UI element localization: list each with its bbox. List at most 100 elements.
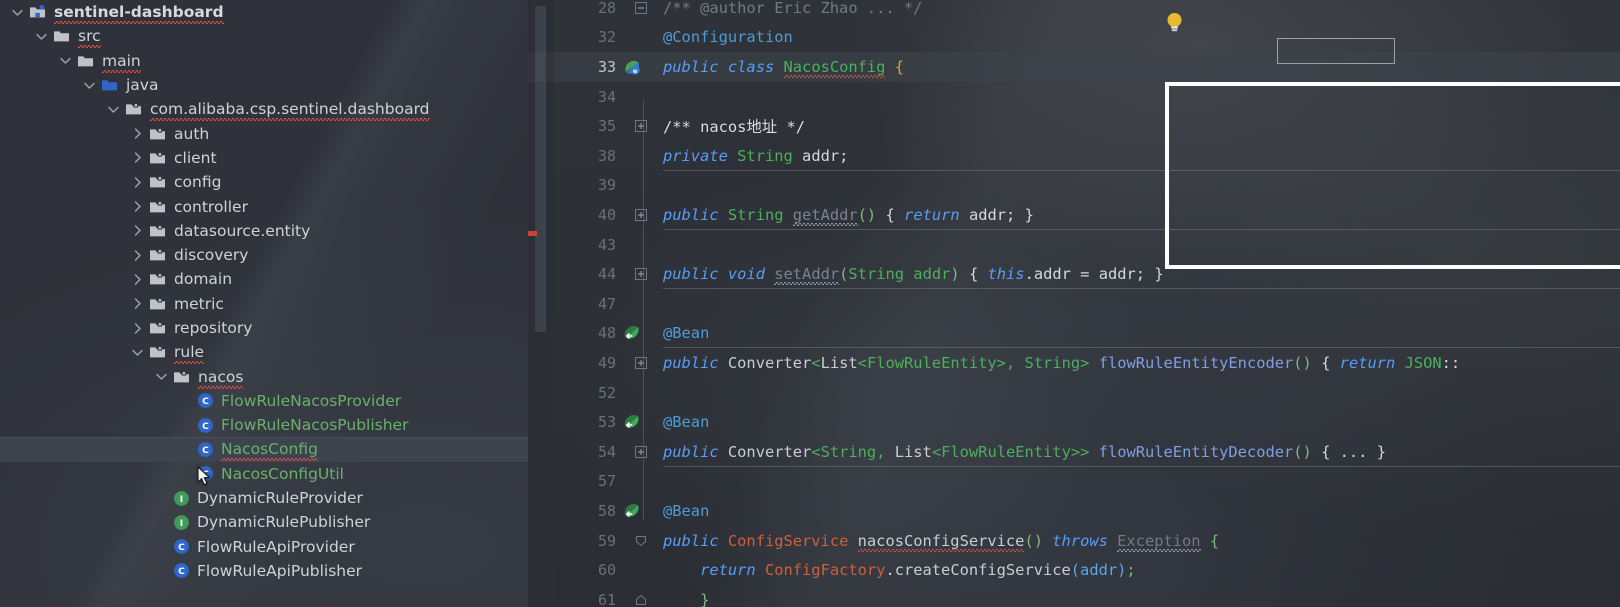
code-line-53[interactable]: 53 @Bean: [528, 407, 1620, 437]
chevron-right-icon[interactable]: [131, 127, 144, 140]
fold-expand-icon[interactable]: [635, 208, 647, 221]
tree-item-flowruleapiprovider[interactable]: C FlowRuleApiProvider: [0, 535, 528, 559]
tree-item-label: NacosConfig: [221, 440, 318, 462]
code-text: public Converter<String, List<FlowRuleEn…: [663, 442, 1386, 461]
chevron-right-icon[interactable]: [131, 151, 144, 164]
tree-item-rule[interactable]: rule: [0, 340, 528, 365]
tree-item-controller[interactable]: controller: [0, 194, 528, 218]
code-text: public String getAddr() { return addr; }: [663, 205, 1034, 224]
code-line-60[interactable]: 60 return ConfigFactory.createConfigServ…: [528, 555, 1620, 585]
code-line-38[interactable]: 38 private String addr;: [528, 141, 1620, 171]
line-number: 32: [597, 28, 616, 47]
chevron-right-icon[interactable]: [131, 249, 144, 262]
tree-item-repository[interactable]: repository: [0, 316, 528, 340]
tree-item-dynamicrulepublisher[interactable]: I DynamicRulePublisher: [0, 510, 528, 534]
chevron-right-icon[interactable]: [131, 200, 144, 213]
chevron-right-icon[interactable]: [131, 176, 144, 189]
tree-item-com-alibaba-csp-sentinel-dashboard[interactable]: com.alibaba.csp.sentinel.dashboard: [0, 97, 528, 122]
code-line-58[interactable]: 58 @Bean: [528, 496, 1620, 526]
code-line-44[interactable]: 44 public void setAddr(String addr) { thi…: [528, 259, 1620, 289]
tree-item-dynamicruleprovider[interactable]: I DynamicRuleProvider: [0, 486, 528, 510]
code-lines[interactable]: 28 /** @author Eric Zhao ... */ 32 @Configu…: [528, 0, 1620, 607]
chevron-right-icon[interactable]: [131, 297, 144, 310]
package-folder-icon: [149, 320, 167, 336]
tree-item-flowrulenacospublisher[interactable]: C FlowRuleNacosPublisher: [0, 413, 528, 437]
tree-item-nacosconfigutil[interactable]: C NacosConfigUtil: [0, 462, 528, 486]
tree-item-domain[interactable]: domain: [0, 267, 528, 291]
tree-item-sentinel-dashboard[interactable]: sentinel-dashboard: [0, 0, 528, 25]
line-number: 59: [597, 531, 616, 550]
code-text: @Bean: [663, 413, 710, 432]
code-line-28[interactable]: 28 /** @author Eric Zhao ... */: [528, 0, 1620, 23]
svg-text:C: C: [178, 542, 185, 553]
tree-item-label: sentinel-dashboard: [54, 3, 224, 25]
package-folder-icon: [149, 223, 167, 239]
intention-bulb-icon[interactable]: [1166, 12, 1183, 34]
tree-item-flowrulenacosprovider[interactable]: C FlowRuleNacosProvider: [0, 389, 528, 413]
spring-bean-nav-icon[interactable]: [622, 323, 642, 343]
code-text: public Converter<List<FlowRuleEntity>, S…: [663, 353, 1461, 372]
code-line-49[interactable]: 49 public Converter<List<FlowRuleEntity>,…: [528, 348, 1620, 378]
fold-region-start-icon[interactable]: [635, 535, 647, 547]
tree-item-datasource-entity[interactable]: datasource.entity: [0, 219, 528, 243]
fold-region-end-icon[interactable]: [635, 594, 647, 606]
tree-item-label: nacos: [198, 367, 244, 389]
fold-expand-icon[interactable]: [635, 268, 647, 281]
code-text: @Bean: [663, 324, 710, 343]
fold-expand-icon[interactable]: [635, 356, 647, 369]
chevron-right-icon[interactable]: [131, 273, 144, 286]
tree-item-flowruleapipublisher[interactable]: C FlowRuleApiPublisher: [0, 559, 528, 583]
fold-expand-icon[interactable]: [635, 445, 647, 458]
code-line-32[interactable]: 32 @Configuration: [528, 23, 1620, 53]
spring-bean-nav-icon[interactable]: [622, 501, 642, 521]
svg-text:I: I: [180, 494, 183, 505]
code-text: public ConfigService nacosConfigService(…: [663, 531, 1220, 550]
chevron-down-icon[interactable]: [131, 346, 144, 359]
code-line-43[interactable]: 43: [528, 230, 1620, 260]
spring-bean-nav-icon[interactable]: [622, 412, 642, 432]
tree-chevron-spacer: [155, 564, 168, 577]
code-line-48[interactable]: 48 @Bean: [528, 319, 1620, 349]
chevron-right-icon[interactable]: [131, 224, 144, 237]
tree-chevron-spacer: [179, 419, 192, 432]
tree-item-discovery[interactable]: discovery: [0, 243, 528, 267]
code-line-54[interactable]: 54 public Converter<String, List<FlowRule…: [528, 437, 1620, 467]
tree-item-nacosconfig[interactable]: C NacosConfig: [0, 437, 528, 462]
tree-item-client[interactable]: client: [0, 146, 528, 170]
code-line-52[interactable]: 52: [528, 378, 1620, 408]
spring-bean-icon[interactable]: e: [622, 57, 642, 77]
chevron-down-icon[interactable]: [35, 30, 48, 43]
tree-item-nacos[interactable]: nacos: [0, 364, 528, 389]
code-line-57[interactable]: 57: [528, 467, 1620, 497]
code-line-59[interactable]: 59 public ConfigService nacosConfigServic…: [528, 526, 1620, 556]
package-folder-icon: [149, 199, 167, 215]
tree-item-metric[interactable]: metric: [0, 292, 528, 316]
chevron-down-icon[interactable]: [59, 54, 72, 67]
project-tree-panel[interactable]: sentinel-dashboard src main java com.alibaba…: [0, 0, 528, 607]
package-folder-icon: [149, 150, 167, 166]
line-number: 58: [597, 501, 616, 520]
tree-item-main[interactable]: main: [0, 49, 528, 73]
code-line-61[interactable]: 61 }: [528, 585, 1620, 607]
code-line-35[interactable]: 35 /** nacos地址 */: [528, 111, 1620, 141]
chevron-down-icon[interactable]: [155, 370, 168, 383]
tree-item-java[interactable]: java: [0, 73, 528, 97]
tree-item-config[interactable]: config: [0, 170, 528, 194]
tree-item-label: controller: [174, 197, 248, 216]
svg-text:e: e: [633, 67, 638, 75]
fold-expand-icon[interactable]: [635, 120, 647, 133]
code-line-39[interactable]: 39: [528, 171, 1620, 201]
chevron-down-icon[interactable]: [107, 103, 120, 116]
code-line-34[interactable]: 34: [528, 82, 1620, 112]
chevron-down-icon[interactable]: [11, 6, 24, 19]
code-line-33[interactable]: 33 e public class NacosConfig {: [528, 52, 1620, 82]
chevron-down-icon[interactable]: [83, 79, 96, 92]
line-number: 52: [597, 383, 616, 402]
tree-item-auth[interactable]: auth: [0, 121, 528, 145]
chevron-right-icon[interactable]: [131, 322, 144, 335]
tree-item-src[interactable]: src: [0, 24, 528, 49]
code-line-40[interactable]: 40 public String getAddr() { return addr;…: [528, 200, 1620, 230]
fold-collapsed-icon[interactable]: [635, 1, 647, 14]
code-line-47[interactable]: 47: [528, 289, 1620, 319]
editor-panel[interactable]: 28 /** @author Eric Zhao ... */ 32 @Configu…: [528, 0, 1620, 607]
